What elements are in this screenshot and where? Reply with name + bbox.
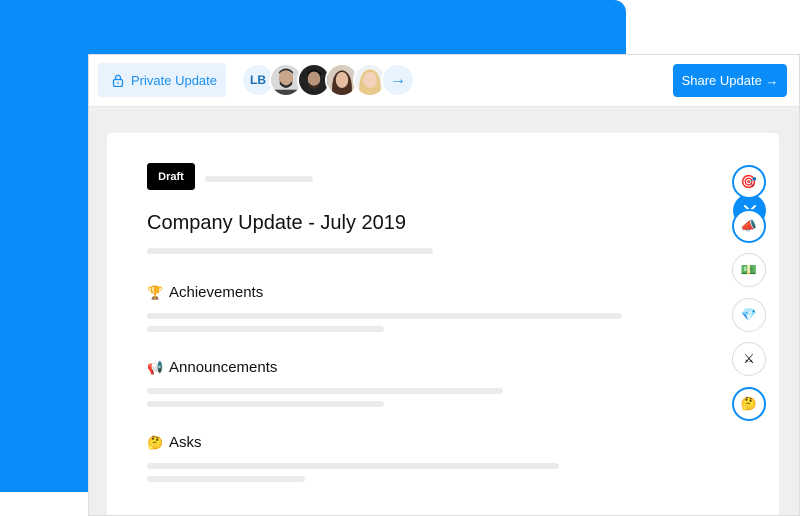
- megaphone-icon: 📢: [147, 359, 164, 375]
- share-update-label: Share Update →: [681, 73, 779, 88]
- section-heading-label: Announcements: [169, 359, 278, 376]
- editor-window: Private Update LB → Share Update → Draft…: [88, 54, 800, 516]
- draft-badge-label: Draft: [158, 170, 184, 183]
- private-update-label: Private Update: [131, 72, 217, 88]
- money-icon: 💵: [740, 262, 758, 277]
- section-heading-announcements[interactable]: 📢 Announcements: [147, 359, 277, 376]
- swords-section-button[interactable]: ⚔: [732, 342, 766, 376]
- more-collaborators-button[interactable]: →: [381, 63, 415, 97]
- top-toolbar: Private Update LB → Share Update →: [89, 55, 799, 107]
- lock-icon: [112, 74, 124, 87]
- target-section-button[interactable]: 🎯: [732, 165, 766, 199]
- thinking-face-icon: 🤔: [740, 396, 758, 411]
- document-title[interactable]: Company Update - July 2019: [147, 212, 406, 235]
- placeholder-line: [147, 401, 384, 407]
- draft-badge: Draft: [147, 163, 195, 190]
- megaphone-section-button[interactable]: 📣: [732, 209, 766, 243]
- trophy-icon: 🏆: [147, 284, 164, 300]
- placeholder-line: [147, 248, 433, 254]
- arrow-right-icon: →: [390, 71, 406, 88]
- swords-icon: ⚔: [743, 351, 755, 366]
- update-document: Draft Company Update - July 2019 🏆 Achie…: [107, 133, 779, 515]
- collaborator-avatars: LB →: [241, 63, 415, 97]
- placeholder-line: [147, 388, 503, 394]
- private-update-button[interactable]: Private Update: [98, 63, 226, 97]
- avatar-initials: LB: [250, 73, 266, 87]
- gem-section-button[interactable]: 💎: [732, 298, 766, 332]
- thinking-face-icon: 🤔: [147, 434, 164, 450]
- thinking-section-button[interactable]: 🤔: [732, 387, 766, 421]
- target-icon: 🎯: [740, 174, 758, 189]
- gem-icon: 💎: [740, 307, 758, 322]
- placeholder-line: [147, 463, 559, 469]
- placeholder-line: [147, 326, 384, 332]
- placeholder-line: [147, 476, 305, 482]
- section-heading-achievements[interactable]: 🏆 Achievements: [147, 284, 263, 301]
- placeholder-line: [205, 176, 313, 182]
- megaphone-icon: 📣: [740, 218, 758, 233]
- section-heading-asks[interactable]: 🤔 Asks: [147, 434, 202, 451]
- section-heading-label: Achievements: [169, 284, 264, 301]
- placeholder-line: [147, 313, 622, 319]
- share-update-button[interactable]: Share Update →: [673, 64, 787, 97]
- section-heading-label: Asks: [169, 434, 202, 451]
- money-section-button[interactable]: 💵: [732, 253, 766, 287]
